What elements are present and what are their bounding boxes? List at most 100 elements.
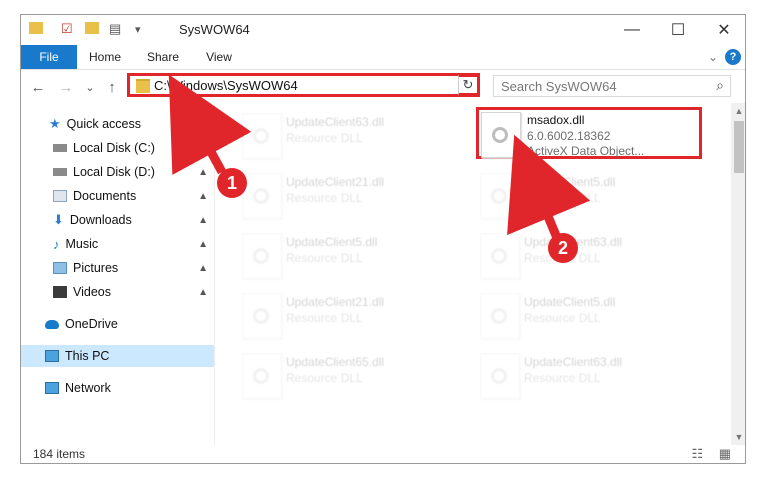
file-name: UpdateClient65.dll bbox=[286, 355, 385, 369]
sidebar-item-videos[interactable]: Videos ▲ bbox=[21, 281, 214, 303]
list-item[interactable]: UpdateClient5.dll Resource DLL bbox=[476, 169, 702, 221]
navigation-bar: ← → ⌄ ↑ C:\Windows\SysWOW64 ⌄ ↻ Search S… bbox=[21, 70, 745, 102]
sidebar-item-label: Downloads bbox=[69, 213, 132, 227]
sidebar-item-music[interactable]: ♪ Music ▲ bbox=[21, 233, 214, 255]
maximize-button[interactable]: ☐ bbox=[655, 15, 701, 45]
title-bar: ☑ ▤ ▾ SysWOW64 — ☐ ✕ bbox=[21, 15, 745, 45]
star-icon: ★ bbox=[49, 116, 61, 131]
file-name: UpdateClient21.dll bbox=[286, 295, 385, 309]
dll-file-icon bbox=[242, 233, 282, 279]
address-path[interactable]: C:\Windows\SysWOW64 bbox=[154, 78, 298, 93]
file-type: Resource DLL bbox=[524, 371, 601, 385]
search-box[interactable]: Search SysWOW64 ⌕ bbox=[493, 75, 731, 97]
explorer-window: ☑ ▤ ▾ SysWOW64 — ☐ ✕ File Home Share Vie… bbox=[20, 14, 746, 464]
list-item[interactable]: UpdateClient5.dll Resource DLL bbox=[238, 229, 464, 281]
scroll-thumb[interactable] bbox=[734, 121, 744, 173]
item-count: 184 items bbox=[33, 447, 86, 461]
pin-icon[interactable]: ▲ bbox=[198, 287, 208, 298]
file-name: UpdateClient5.dll bbox=[524, 175, 616, 189]
dll-file-icon bbox=[242, 353, 282, 399]
callout-1: 1 bbox=[217, 168, 247, 198]
properties-icon[interactable]: ☑ bbox=[61, 21, 73, 39]
pin-icon[interactable]: ▲ bbox=[198, 167, 208, 178]
sidebar-item-label: Videos bbox=[73, 285, 111, 299]
dll-file-icon bbox=[480, 353, 520, 399]
list-item[interactable]: UpdateClient5.dll Resource DLL bbox=[476, 289, 702, 341]
expand-ribbon-icon[interactable]: ⌄ bbox=[705, 45, 721, 69]
list-item[interactable]: UpdateClient63.dll Resource DLL bbox=[476, 349, 702, 401]
dll-file-icon bbox=[242, 293, 282, 339]
tab-view[interactable]: View bbox=[199, 45, 239, 69]
sidebar-item-downloads[interactable]: ⬇ Downloads ▲ bbox=[21, 209, 214, 231]
help-icon[interactable]: ? bbox=[725, 49, 741, 65]
file-name: UpdateClient5.dll bbox=[524, 295, 616, 309]
file-type: Resource DLL bbox=[286, 311, 363, 325]
list-item[interactable]: UpdateClient65.dll Resource DLL bbox=[238, 349, 464, 401]
refresh-button[interactable]: ↻ bbox=[458, 74, 480, 96]
customize-quick-access-icon[interactable]: ▤ bbox=[109, 21, 121, 39]
music-icon: ♪ bbox=[53, 236, 60, 252]
sidebar-item-local-disk-d[interactable]: Local Disk (D:) ▲ bbox=[21, 161, 214, 183]
address-bar[interactable]: C:\Windows\SysWOW64 ⌄ bbox=[127, 73, 480, 97]
sidebar-item-onedrive[interactable]: OneDrive bbox=[21, 313, 214, 335]
file-name: msadox.dll bbox=[527, 113, 585, 127]
pin-icon[interactable]: ▲ bbox=[198, 191, 208, 202]
downloads-icon: ⬇ bbox=[53, 212, 64, 227]
up-button[interactable]: ↑ bbox=[101, 76, 123, 98]
dll-file-icon bbox=[480, 293, 520, 339]
list-item[interactable]: UpdateClient63.dll Resource DLL bbox=[238, 109, 464, 161]
list-item[interactable]: UpdateClient63.dll Resource DLL bbox=[476, 229, 702, 281]
cloud-icon bbox=[45, 319, 59, 329]
window-title: SysWOW64 bbox=[179, 22, 250, 37]
tab-home[interactable]: Home bbox=[83, 45, 127, 69]
file-type: Resource DLL bbox=[524, 311, 601, 325]
sidebar-item-local-disk-c[interactable]: Local Disk (C:) ▲ bbox=[21, 137, 214, 159]
scroll-up-icon[interactable]: ▲ bbox=[731, 103, 745, 119]
list-item[interactable]: UpdateClient21.dll Resource DLL bbox=[238, 289, 464, 341]
dll-file-icon bbox=[242, 173, 282, 219]
scroll-down-icon[interactable]: ▼ bbox=[731, 429, 745, 445]
file-type: Resource DLL bbox=[286, 191, 363, 205]
sidebar-item-label: Pictures bbox=[73, 261, 119, 275]
file-list: UpdateClient63.dll Resource DLL UpdateCl… bbox=[216, 103, 731, 445]
sidebar-item-network[interactable]: Network bbox=[21, 377, 214, 399]
search-input[interactable]: Search SysWOW64 bbox=[501, 79, 617, 94]
minimize-button[interactable]: — bbox=[609, 15, 655, 45]
tab-file[interactable]: File bbox=[21, 45, 77, 69]
quick-access-dropdown-icon[interactable]: ▾ bbox=[135, 23, 141, 41]
sidebar-item-label: Local Disk (D:) bbox=[73, 165, 155, 179]
back-button[interactable]: ← bbox=[27, 76, 49, 98]
close-button[interactable]: ✕ bbox=[701, 15, 745, 45]
file-name: UpdateClient5.dll bbox=[286, 235, 378, 249]
tab-share[interactable]: Share bbox=[141, 45, 185, 69]
pin-icon[interactable]: ▲ bbox=[198, 263, 208, 274]
sidebar-item-documents[interactable]: Documents ▲ bbox=[21, 185, 214, 207]
list-item[interactable]: UpdateClient21.dll Resource DLL bbox=[238, 169, 464, 221]
file-type: Resource DLL bbox=[286, 371, 363, 385]
file-name: UpdateClient63.dll bbox=[286, 115, 385, 129]
highlighted-file-msadox[interactable]: msadox.dll 6.0.6002.18362 ActiveX Data O… bbox=[476, 107, 702, 159]
sidebar-item-this-pc[interactable]: This PC bbox=[21, 345, 214, 367]
folder-icon bbox=[136, 79, 150, 93]
folder-icon bbox=[29, 22, 43, 34]
sidebar-item-pictures[interactable]: Pictures ▲ bbox=[21, 257, 214, 279]
sidebar-item-label: This PC bbox=[65, 349, 110, 363]
pin-icon[interactable]: ▲ bbox=[198, 215, 208, 226]
view-toggle-icons[interactable]: ☷ ▦ bbox=[691, 446, 737, 462]
sidebar-item-label: Quick access bbox=[66, 117, 141, 131]
recent-locations-button[interactable]: ⌄ bbox=[79, 76, 101, 98]
status-bar: 184 items ☷ ▦ bbox=[21, 445, 745, 463]
pin-icon[interactable]: ▲ bbox=[198, 239, 208, 250]
videos-icon bbox=[53, 286, 67, 298]
pin-icon[interactable]: ▲ bbox=[198, 143, 208, 154]
sidebar-item-label: Documents bbox=[73, 189, 137, 203]
new-folder-icon[interactable] bbox=[85, 22, 99, 34]
drive-icon bbox=[53, 168, 67, 176]
sidebar-item-quick-access[interactable]: ★ Quick access bbox=[21, 113, 214, 135]
ribbon-tabs: File Home Share View ⌄ ? bbox=[21, 45, 745, 70]
sidebar-item-label: Local Disk (C:) bbox=[73, 141, 155, 155]
vertical-scrollbar[interactable]: ▲ ▼ bbox=[731, 103, 745, 445]
forward-button[interactable]: → bbox=[55, 76, 77, 98]
dll-file-icon bbox=[242, 113, 282, 159]
computer-icon bbox=[45, 350, 59, 362]
